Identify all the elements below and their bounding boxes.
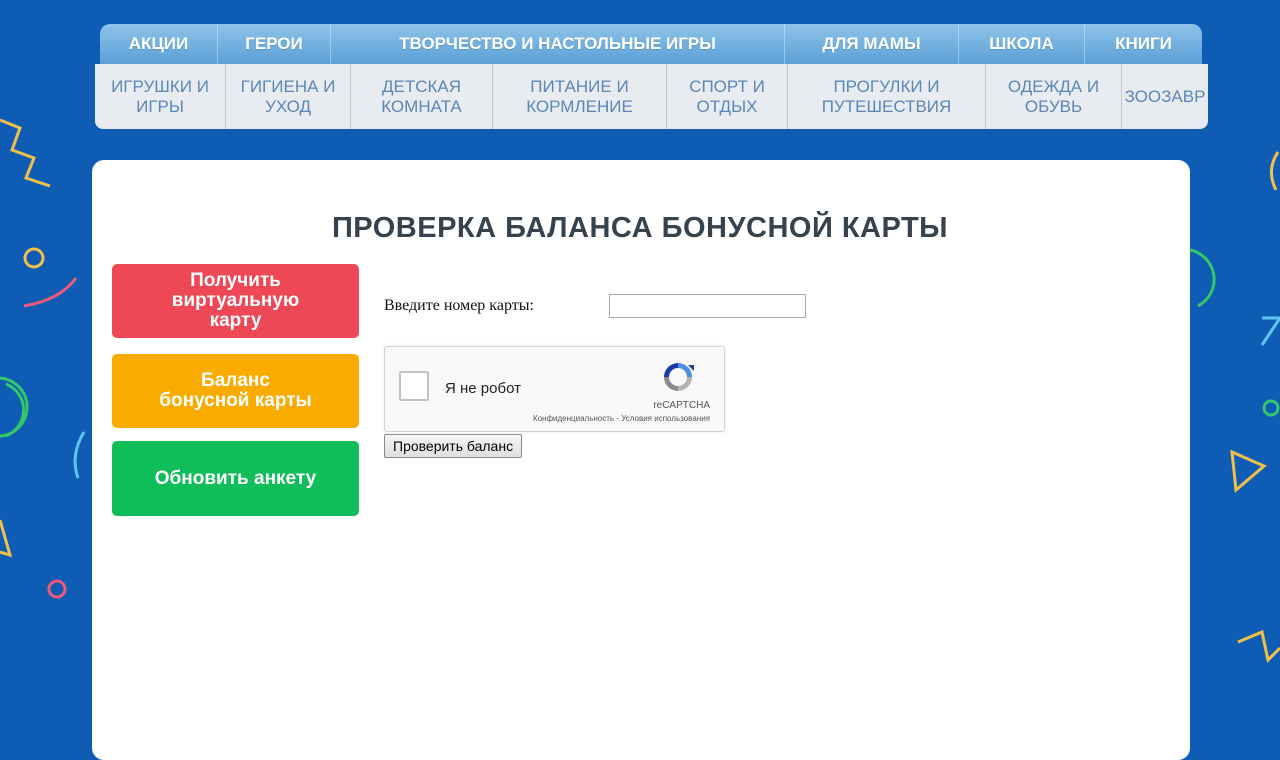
get-virtual-card-button[interactable]: Получить виртуальную карту [112, 264, 359, 338]
card-number-label: Введите номер карты: [384, 297, 534, 314]
nav-item-label: ОДЕЖДА И ОБУВЬ [1007, 76, 1100, 116]
nav-item-creativity-board-games[interactable]: ТВОРЧЕСТВО И НАСТОЛЬНЫЕ ИГРЫ [331, 24, 785, 64]
nav-item-school[interactable]: ШКОЛА [959, 24, 1085, 64]
nav-item-walks-travel[interactable]: ПРОГУЛКИ И ПУТЕШЕСТВИЯ [788, 64, 986, 129]
recaptcha-checkbox[interactable] [399, 371, 429, 401]
nav-item-books[interactable]: КНИГИ [1085, 24, 1202, 64]
nav-item-for-moms[interactable]: ДЛЯ МАМЫ [785, 24, 959, 64]
nav-item-label: ГИГИЕНА И УХОД [240, 76, 336, 116]
page-title: ПРОВЕРКА БАЛАНСА БОНУСНОЙ КАРТЫ [331, 212, 949, 244]
recaptcha-privacy-terms-links[interactable]: Конфиденциальность - Условия использован… [533, 414, 710, 423]
nav-item-label: ИГРУШКИ И ИГРЫ [111, 76, 209, 116]
sub-category-nav: ИГРУШКИ И ИГРЫ ГИГИЕНА И УХОД ДЕТСКАЯ КО… [95, 64, 1208, 129]
recaptcha-label: Я не робот [445, 380, 521, 397]
nav-item-promotions[interactable]: АКЦИИ [100, 24, 218, 64]
update-profile-button[interactable]: Обновить анкету [112, 441, 359, 516]
top-category-nav: АКЦИИ ГЕРОИ ТВОРЧЕСТВО И НАСТОЛЬНЫЕ ИГРЫ… [100, 24, 1202, 64]
nav-item-sport-leisure[interactable]: СПОРТ И ОТДЫХ [667, 64, 788, 129]
bonus-balance-button[interactable]: Баланс бонусной карты [112, 354, 359, 428]
nav-item-kids-room[interactable]: ДЕТСКАЯ КОМНАТА [351, 64, 493, 129]
card-number-input[interactable] [609, 294, 806, 318]
nav-item-label: СПОРТ И ОТДЫХ [689, 76, 765, 116]
nav-item-clothes-shoes[interactable]: ОДЕЖДА И ОБУВЬ [986, 64, 1122, 129]
nav-item-zoozavr[interactable]: ЗООЗАВР [1122, 64, 1208, 129]
nav-item-toys-games[interactable]: ИГРУШКИ И ИГРЫ [95, 64, 226, 129]
recaptcha-logo-icon [664, 363, 694, 391]
nav-item-feeding[interactable]: ПИТАНИЕ И КОРМЛЕНИЕ [493, 64, 667, 129]
nav-item-hygiene-care[interactable]: ГИГИЕНА И УХОД [226, 64, 351, 129]
recaptcha-brand: reCAPTCHA [653, 400, 710, 411]
nav-item-label: ПИТАНИЕ И КОРМЛЕНИЕ [526, 76, 633, 116]
nav-item-label: ЗООЗАВР [1124, 86, 1206, 106]
nav-item-label: ПРОГУЛКИ И ПУТЕШЕСТВИЯ [821, 76, 952, 116]
check-balance-button[interactable]: Проверить баланс [384, 434, 523, 458]
recaptcha-widget: Я не робот reCAPTCHA Конфиденциальность … [384, 346, 725, 432]
nav-item-label: ДЕТСКАЯ КОМНАТА [381, 76, 462, 116]
nav-item-heroes[interactable]: ГЕРОИ [218, 24, 331, 64]
